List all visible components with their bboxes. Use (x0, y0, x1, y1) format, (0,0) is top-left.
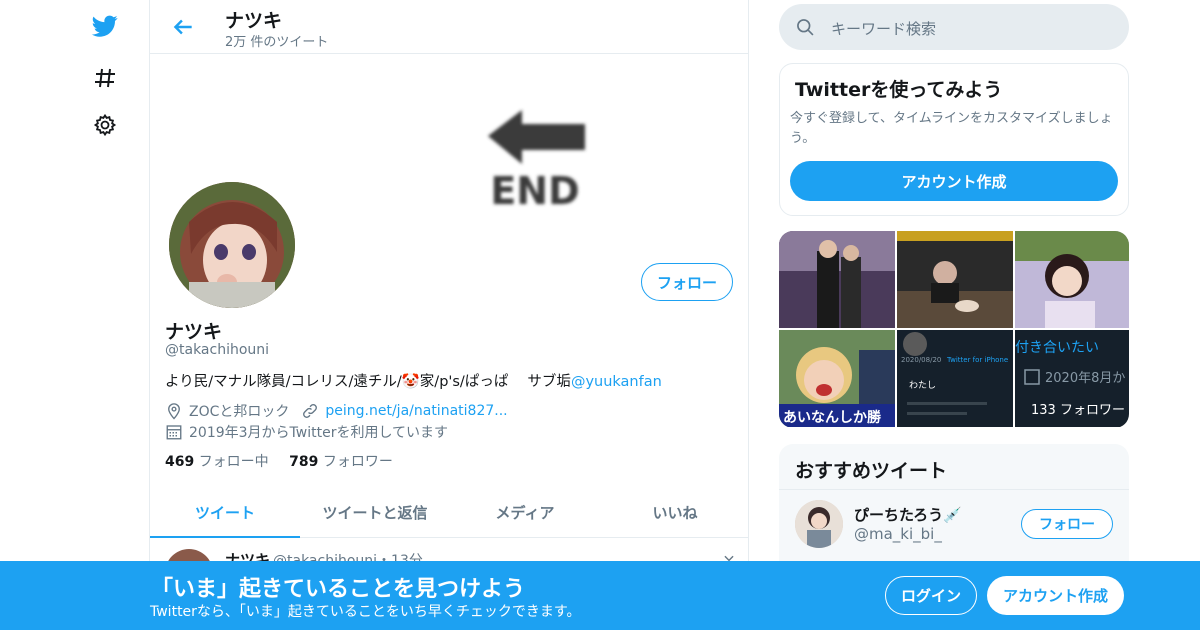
twitter-profile-page: ナツキ 2万 件のツイート END フォロー ナツキ @takachihouni… (0, 0, 1200, 630)
search-icon (795, 17, 815, 37)
signup-prompt-bar: 「いま」起きていることを見つけよう Twitterなら、「いま」起きていることを… (0, 561, 1200, 630)
bio-text: より民/マナル隊員/コレリス/遠チル/🤡家/p's/ぱっぱ サブ垢 (165, 374, 571, 390)
followers-label: フォロワー (322, 454, 393, 470)
media-thumbnail[interactable]: 2020/08/20 Twitter for iPhone わたし (897, 330, 1013, 427)
profile-tabs: ツイート ツイートと返信 メディア いいね (150, 488, 748, 538)
hashtag-icon[interactable] (91, 64, 119, 92)
twitter-bird-icon[interactable] (91, 12, 119, 40)
header-profile-name: ナツキ (225, 10, 283, 32)
recommended-user-name[interactable]: ぴーちたろう💉 (854, 504, 962, 525)
bio-mention-link[interactable]: @yuukanfan (571, 374, 662, 390)
media-thumbnail[interactable] (779, 231, 895, 328)
following-link[interactable]: 469 フォロー中 (165, 454, 269, 470)
banner-end-text: END (490, 169, 579, 213)
profile-header-bar: ナツキ 2万 件のツイート (150, 0, 748, 54)
media-overlay-text: わたし (909, 380, 936, 391)
bottom-bar-subtitle: Twitterなら、「いま」起きていることをいち早くチェックできます。 (150, 604, 581, 620)
follow-button[interactable]: フォロー (641, 263, 733, 301)
recommended-title: おすすめツイート (795, 460, 948, 482)
header-tweet-count: 2万 件のツイート (225, 35, 329, 50)
create-account-button[interactable]: アカウント作成 (790, 161, 1118, 201)
left-nav (75, 0, 135, 630)
location-pin-icon (165, 402, 183, 420)
signup-card-description: 今すぐ登録して、タイムラインをカスタマイズしましょう。 (790, 111, 1113, 146)
media-overlay-text: 133 フォロワー (1031, 403, 1125, 418)
tab-tweets[interactable]: ツイート (150, 488, 300, 538)
following-label: フォロー中 (198, 454, 269, 470)
media-overlay-text: あいなんしか勝 (783, 409, 882, 426)
link-icon (301, 402, 319, 420)
right-sidebar: キーワード検索 Twitterを使ってみよう 今すぐ登録して、タイムラインをカス… (779, 0, 1129, 630)
media-overlay-text: 付き合いたい (1015, 340, 1099, 356)
followers-count: 789 (289, 454, 319, 470)
profile-avatar[interactable] (165, 178, 299, 312)
settings-gear-icon[interactable] (91, 111, 119, 139)
bottom-bar-title: 「いま」起きていることを見つけよう (151, 577, 526, 602)
calendar-icon (165, 423, 183, 441)
main-column: ナツキ 2万 件のツイート END フォロー ナツキ @takachihouni… (149, 0, 749, 630)
followers-link[interactable]: 789 フォロワー (289, 454, 393, 470)
search-input[interactable]: キーワード検索 (779, 4, 1129, 50)
tab-likes[interactable]: いいね (600, 488, 748, 537)
profile-location: ZOCと邦ロック (189, 404, 290, 420)
recommended-user-handle: @ma_ki_bi_ (854, 525, 942, 543)
profile-follow-counts: 469 フォロー中 789 フォロワー (165, 451, 393, 471)
profile-joined-row: 2019年3月からTwitterを利用しています (165, 422, 448, 442)
tab-media[interactable]: メディア (450, 488, 600, 537)
media-overlay-text: 2020/08/20 (901, 356, 941, 364)
login-button[interactable]: ログイン (885, 576, 977, 615)
media-thumbnail[interactable]: 付き合いたい 2020年8月か 133 フォロワー (1015, 330, 1129, 427)
profile-website-link[interactable]: peing.net/ja/natinati827... (325, 403, 507, 419)
signup-card-title: Twitterを使ってみよう (795, 79, 1003, 101)
recommended-user-avatar[interactable] (795, 500, 843, 548)
profile-handle: @takachihouni (165, 342, 270, 358)
profile-bio: より民/マナル隊員/コレリス/遠チル/🤡家/p's/ぱっぱ サブ垢@yuukan… (165, 370, 662, 391)
media-thumbnail[interactable] (897, 231, 1013, 328)
divider (779, 489, 1129, 490)
following-count: 469 (165, 454, 195, 470)
back-arrow-icon[interactable] (170, 14, 196, 40)
profile-name: ナツキ (165, 321, 223, 343)
profile-meta-row: ZOCと邦ロック peing.net/ja/natinati827... (165, 401, 508, 421)
media-thumbnail[interactable] (1015, 231, 1129, 328)
media-overlay-text: Twitter for iPhone (946, 356, 1008, 364)
media-grid: あいなんしか勝 2020/08/20 Twitter for iPhone わたし … (779, 231, 1129, 428)
profile-joined-date: 2019年3月からTwitterを利用しています (189, 425, 449, 441)
media-overlay-text: 2020年8月か (1045, 371, 1125, 386)
recommended-follow-button[interactable]: フォロー (1021, 509, 1113, 539)
signup-button[interactable]: アカウント作成 (987, 576, 1124, 615)
search-placeholder: キーワード検索 (831, 20, 937, 38)
signup-card: Twitterを使ってみよう 今すぐ登録して、タイムラインをカスタマイズしましょ… (779, 63, 1129, 216)
tab-tweets-and-replies[interactable]: ツイートと返信 (300, 488, 450, 537)
media-thumbnail[interactable]: あいなんしか勝 (779, 330, 895, 427)
